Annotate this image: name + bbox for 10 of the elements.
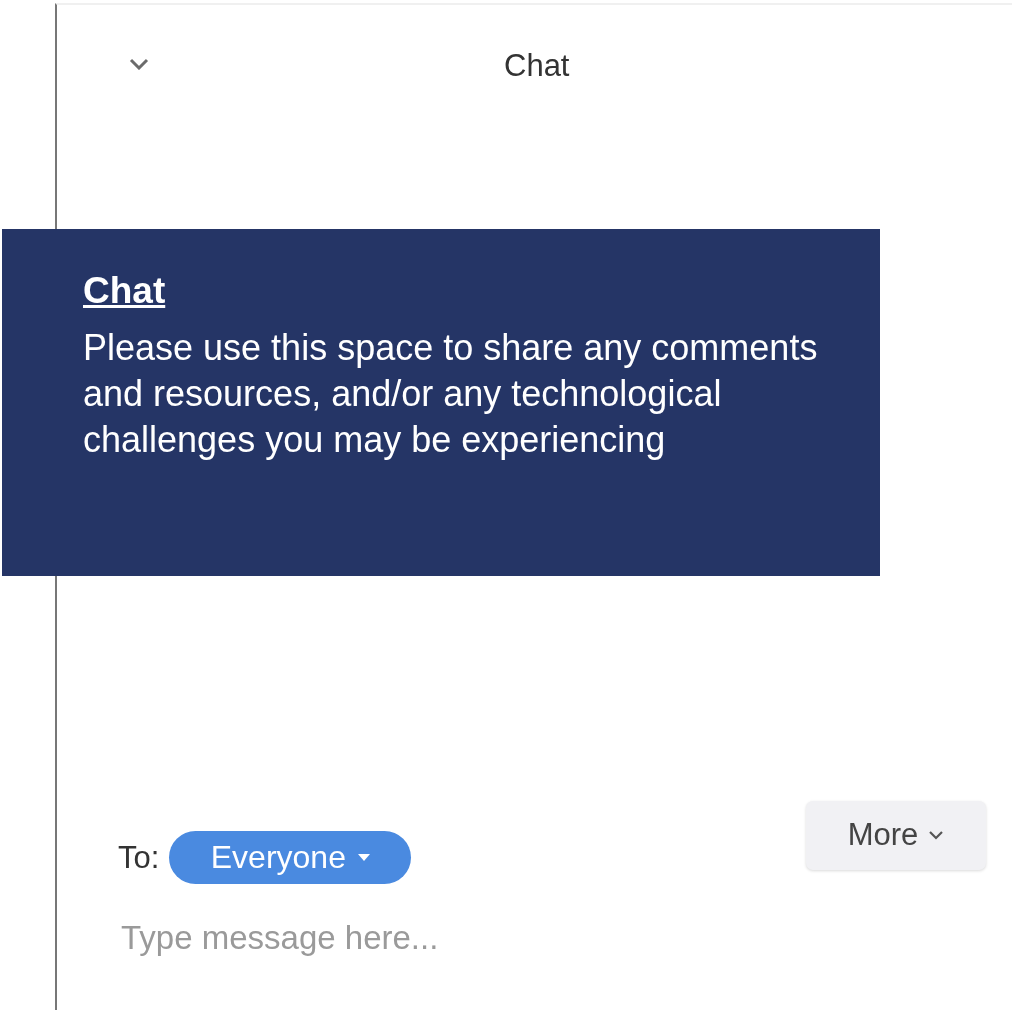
caret-icon [357,854,370,861]
recipient-dropdown[interactable]: Everyone [169,831,412,884]
chevron-down-icon [928,830,945,840]
panel-title: Chat [504,48,570,84]
more-button[interactable]: More [806,800,986,870]
message-input-field[interactable]: Type message here... [121,916,681,960]
callout-title: Chat [83,269,167,313]
to-label: To: [118,839,160,876]
collapse-chevron-icon[interactable] [129,58,149,70]
callout-text: Please use this space to share any comments and resources, and/or any technological challenges you may be experiencing [83,326,819,462]
